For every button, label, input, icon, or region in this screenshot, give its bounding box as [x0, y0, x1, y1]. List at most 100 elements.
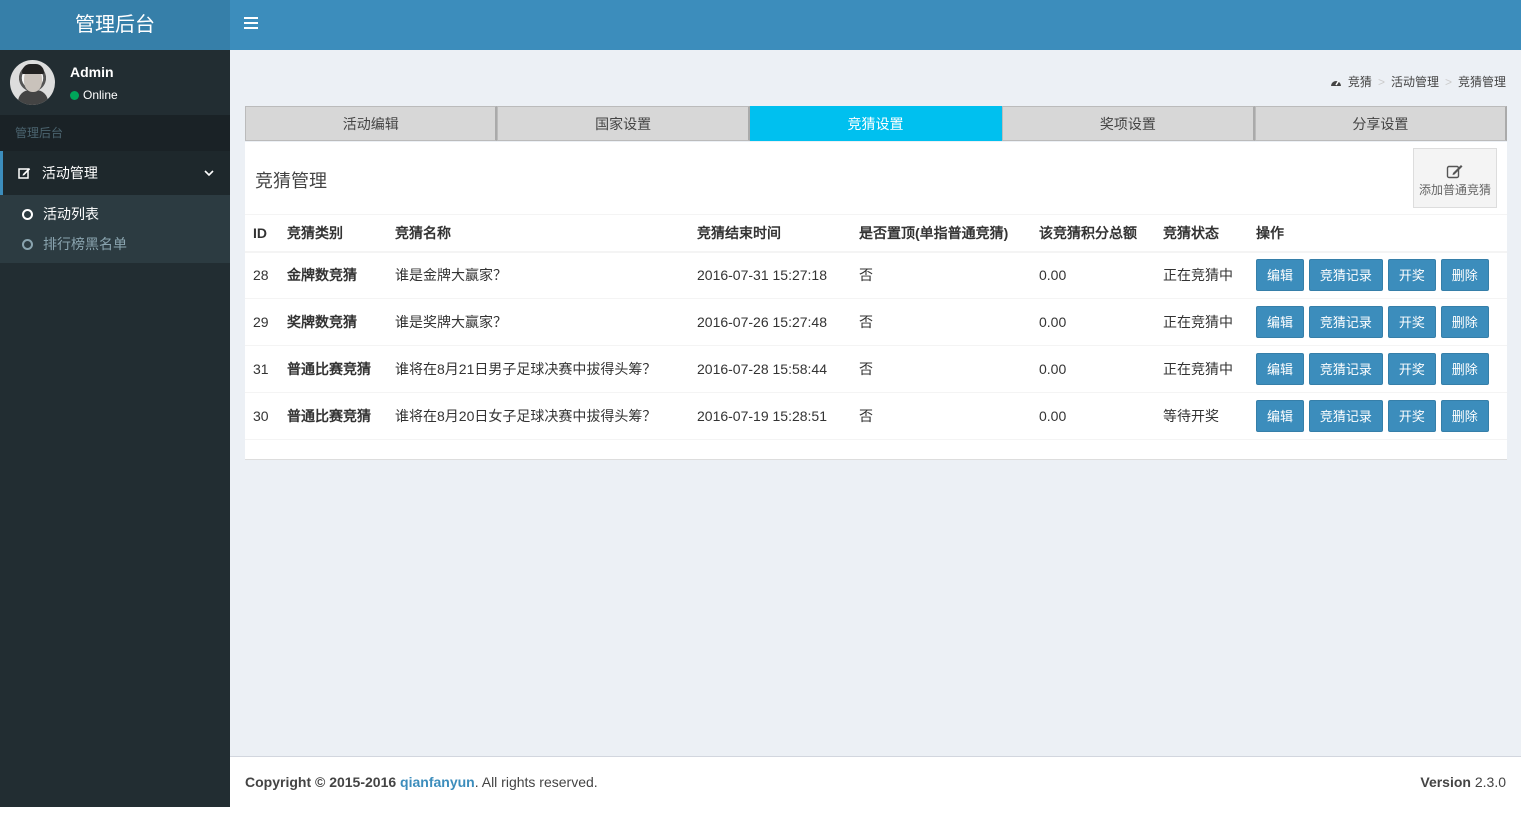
edit-button[interactable]: 编辑 — [1256, 306, 1305, 338]
sidebar-item-label: 排行榜黑名单 — [43, 236, 127, 252]
sidebar-item-blacklist[interactable]: 排行榜黑名单 — [0, 229, 230, 259]
cell-status: 正在竞猜中 — [1155, 345, 1248, 393]
draw-button[interactable]: 开奖 — [1387, 400, 1436, 432]
delete-button[interactable]: 删除 — [1440, 306, 1489, 338]
cell-category: 金牌数竞猜 — [279, 251, 387, 299]
column-header: 是否置顶(单指普通竞猜) — [851, 214, 1031, 253]
app-logo[interactable]: 管理后台 — [0, 0, 230, 50]
cell-total: 0.00 — [1031, 345, 1155, 393]
column-header: 操作 — [1248, 214, 1507, 253]
footer-copyright: Copyright © 2015-2016 qianfanyun. All ri… — [245, 757, 598, 808]
cell-name: 谁将在8月20日女子足球决赛中拔得头筹？ — [387, 392, 689, 440]
delete-button[interactable]: 删除 — [1440, 400, 1489, 432]
column-header: 竞猜状态 — [1155, 214, 1248, 253]
user-name: Admin — [70, 64, 114, 80]
user-panel: Admin Online — [0, 50, 230, 115]
sidebar-menu-label: 活动管理 — [41, 165, 98, 181]
version-label: Version — [1420, 774, 1471, 790]
table-header-row: ID 竞猜类别 竞猜名称 竞猜结束时间 是否置顶(单指普通竞猜) 该竞猜积分总额… — [245, 214, 1507, 253]
breadcrumb-item-current: 竞猜管理 — [1457, 75, 1506, 89]
cell-id: 29 — [245, 298, 279, 346]
sidebar-item-activity-list[interactable]: 活动列表 — [0, 199, 230, 229]
table-row: 29 奖牌数竞猜 谁是奖牌大赢家？ 2016-07-26 15:27:48 否 … — [245, 298, 1507, 346]
circle-icon — [22, 209, 33, 220]
chevron-down-icon — [204, 151, 214, 195]
copyright-text: Copyright © 2015-2016 — [245, 774, 397, 790]
cell-id: 28 — [245, 251, 279, 299]
draw-button[interactable]: 开奖 — [1387, 259, 1436, 292]
breadcrumb-item-activity[interactable]: 活动管理 — [1391, 75, 1439, 89]
cell-top: 否 — [851, 392, 1031, 440]
edit-button[interactable]: 编辑 — [1256, 353, 1305, 385]
breadcrumb: 竞猜 > 活动管理 > 竞猜管理 — [1330, 73, 1506, 91]
footer-version: Version 2.3.0 — [1420, 757, 1506, 808]
table-row: 30 普通比赛竞猜 谁将在8月20日女子足球决赛中拔得头筹？ 2016-07-1… — [245, 392, 1507, 440]
table-row: 28 金牌数竞猜 谁是金牌大赢家？ 2016-07-31 15:27:18 否 … — [245, 251, 1507, 299]
guess-management-box: 竞猜管理 添加普通竞猜 ID 竞猜类别 竞猜名称 竞猜结束时间 是否置顶(单指普… — [245, 142, 1507, 460]
column-header: 竞猜类别 — [279, 214, 387, 253]
tab-activity-edit[interactable]: 活动编辑 — [245, 106, 498, 141]
content-area: 竞猜 > 活动管理 > 竞猜管理 活动编辑 国家设置 竞猜设置 奖项设置 分享设置 竞猜… — [230, 50, 1521, 756]
delete-button[interactable]: 删除 — [1440, 353, 1489, 385]
cell-end-time: 2016-07-19 15:28:51 — [689, 392, 851, 440]
user-status-text: Online — [83, 88, 118, 102]
records-button[interactable]: 竞猜记录 — [1308, 306, 1383, 338]
cell-name: 谁将在8月21日男子足球决赛中拔得头筹？ — [387, 345, 689, 393]
footer: Copyright © 2015-2016 qianfanyun. All ri… — [230, 756, 1521, 807]
rights-text: . All rights reserved. — [474, 774, 598, 790]
sidebar-header: 管理后台 — [0, 115, 230, 151]
circle-icon — [22, 239, 33, 250]
cell-category: 普通比赛竞猜 — [279, 345, 387, 393]
sidebar: Admin Online 管理后台 活动管理 活动列表 排行榜黑名单 — [0, 50, 230, 807]
cell-id: 30 — [245, 392, 279, 440]
column-header: ID — [245, 214, 279, 253]
tab-guess-settings[interactable]: 竞猜设置 — [749, 106, 1003, 141]
sidebar-menu-activity-management[interactable]: 活动管理 — [0, 151, 230, 195]
cell-end-time: 2016-07-28 15:58:44 — [689, 345, 851, 393]
draw-button[interactable]: 开奖 — [1387, 353, 1436, 385]
tab-share-settings[interactable]: 分享设置 — [1254, 106, 1508, 141]
cell-actions: 编辑 竞猜记录 开奖 删除 — [1248, 251, 1507, 299]
sidebar-submenu: 活动列表 排行榜黑名单 — [0, 195, 230, 263]
cell-total: 0.00 — [1031, 251, 1155, 299]
delete-button[interactable]: 删除 — [1440, 259, 1489, 292]
cell-status: 正在竞猜中 — [1155, 298, 1248, 346]
records-button[interactable]: 竞猜记录 — [1308, 400, 1383, 432]
top-navbar — [230, 0, 1521, 50]
tab-prize-settings[interactable]: 奖项设置 — [1002, 106, 1255, 141]
breadcrumb-item-home[interactable]: 竞猜 — [1348, 75, 1372, 89]
edit-button[interactable]: 编辑 — [1256, 259, 1305, 292]
edit-icon — [18, 152, 32, 196]
settings-tabs: 活动编辑 国家设置 竞猜设置 奖项设置 分享设置 — [245, 106, 1508, 141]
sidebar-toggle-icon[interactable] — [244, 17, 258, 33]
cell-total: 0.00 — [1031, 298, 1155, 346]
column-header: 竞猜结束时间 — [689, 214, 851, 253]
sidebar-item-label: 活动列表 — [43, 206, 99, 222]
box-title: 竞猜管理 — [255, 171, 327, 191]
column-header: 竞猜名称 — [387, 214, 689, 253]
cell-category: 奖牌数竞猜 — [279, 298, 387, 346]
cell-actions: 编辑 竞猜记录 开奖 删除 — [1248, 345, 1507, 393]
cell-total: 0.00 — [1031, 392, 1155, 440]
edit-button[interactable]: 编辑 — [1256, 400, 1305, 432]
records-button[interactable]: 竞猜记录 — [1308, 259, 1383, 292]
cell-status: 等待开奖 — [1155, 392, 1248, 440]
dashboard-icon — [1330, 77, 1342, 91]
records-button[interactable]: 竞猜记录 — [1308, 353, 1383, 385]
online-dot-icon — [70, 91, 79, 100]
cell-end-time: 2016-07-26 15:27:48 — [689, 298, 851, 346]
add-guess-button[interactable]: 添加普通竞猜 — [1413, 148, 1497, 208]
cell-status: 正在竞猜中 — [1155, 251, 1248, 299]
edit-icon — [1446, 163, 1464, 179]
avatar — [10, 60, 55, 105]
cell-top: 否 — [851, 251, 1031, 299]
tab-country-settings[interactable]: 国家设置 — [497, 106, 750, 141]
cell-actions: 编辑 竞猜记录 开奖 删除 — [1248, 392, 1507, 440]
draw-button[interactable]: 开奖 — [1387, 306, 1436, 338]
cell-actions: 编辑 竞猜记录 开奖 删除 — [1248, 298, 1507, 346]
company-link[interactable]: qianfanyun — [400, 774, 475, 790]
column-header: 该竞猜积分总额 — [1031, 214, 1155, 253]
cell-end-time: 2016-07-31 15:27:18 — [689, 251, 851, 299]
add-guess-label: 添加普通竞猜 — [1418, 183, 1491, 197]
guess-table: ID 竞猜类别 竞猜名称 竞猜结束时间 是否置顶(单指普通竞猜) 该竞猜积分总额… — [245, 214, 1507, 440]
